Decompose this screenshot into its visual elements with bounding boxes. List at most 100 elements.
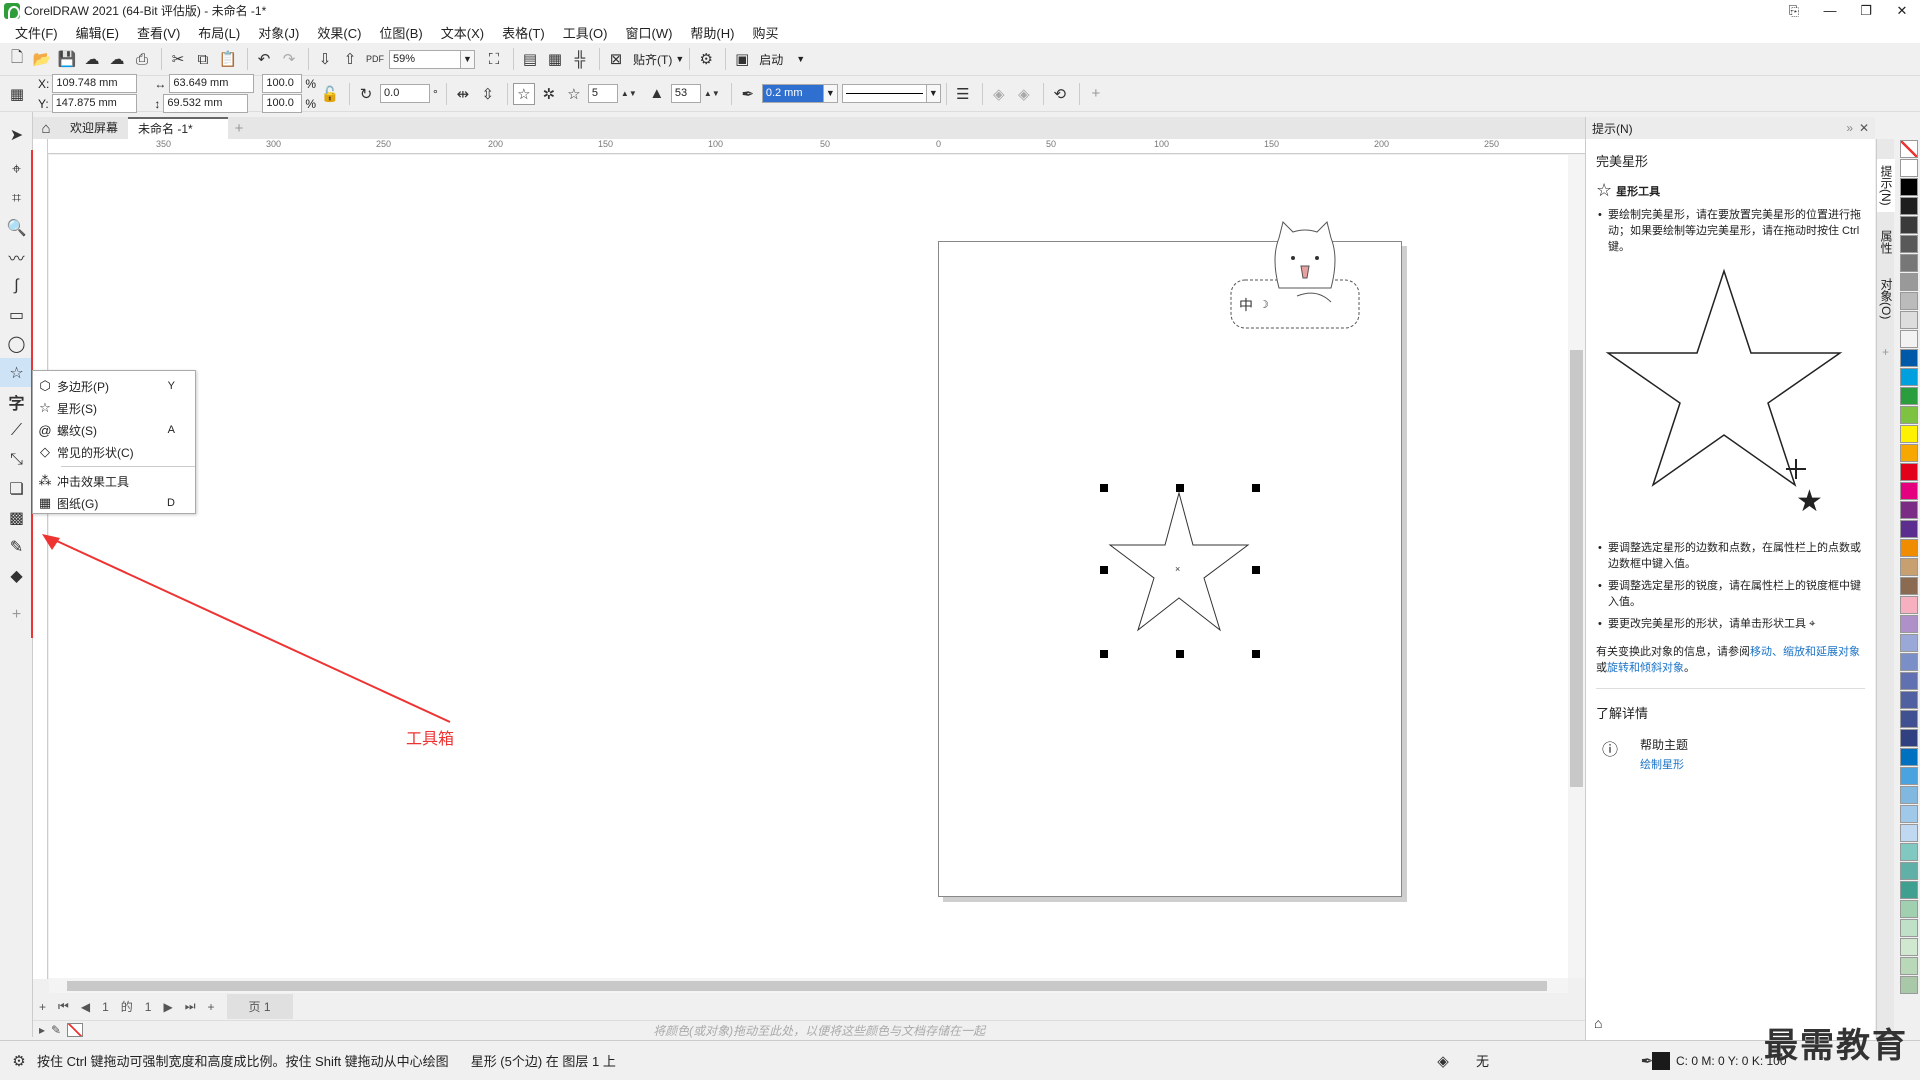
selection-handle[interactable] <box>1100 484 1108 492</box>
width-input[interactable]: 63.649 mm <box>169 74 255 93</box>
flyout-item-star[interactable]: ☆ 星形(S) <box>33 397 195 419</box>
scale-x-input[interactable]: 100.0 <box>262 74 303 93</box>
object-origin-icon[interactable]: ▦ <box>6 83 28 105</box>
selection-handle[interactable] <box>1100 650 1108 658</box>
copy-icon[interactable]: ⧉ <box>192 48 214 70</box>
color-swatch[interactable] <box>1900 159 1918 177</box>
menu-buy[interactable]: 购买 <box>743 23 787 42</box>
side-tab-hints[interactable]: 提示(N) <box>1877 159 1895 212</box>
star-shape[interactable]: × <box>1100 485 1260 660</box>
palette-expand-icon[interactable]: ▸ <box>39 1023 45 1037</box>
freehand-tool-icon[interactable]: 〰 <box>0 242 33 271</box>
import-icon[interactable]: ⇩ <box>314 48 336 70</box>
panel-close-icon[interactable]: ✕ <box>1859 121 1869 135</box>
artistic-media-icon[interactable]: ∫ <box>0 271 33 300</box>
color-swatch[interactable] <box>1900 558 1918 576</box>
first-page-icon[interactable]: ⏮ <box>58 999 69 1014</box>
no-fill-swatch[interactable] <box>1900 140 1918 158</box>
color-swatch[interactable] <box>1900 368 1918 386</box>
vertical-scrollbar[interactable] <box>1568 155 1585 978</box>
star-points-input[interactable]: 5 <box>587 84 618 103</box>
color-swatch[interactable] <box>1900 748 1918 766</box>
mirror-horizontal-icon[interactable]: ⇹ <box>452 83 474 105</box>
menu-window[interactable]: 窗口(W) <box>616 23 681 42</box>
tab-document[interactable]: 未命名 -1* <box>128 117 229 139</box>
color-swatch[interactable] <box>1900 463 1918 481</box>
color-swatch[interactable] <box>1900 311 1918 329</box>
color-swatch[interactable] <box>1900 425 1918 443</box>
points-spinner-icon[interactable]: ▲▼ <box>618 83 640 105</box>
selection-handle[interactable] <box>1176 484 1184 492</box>
zoom-tool-icon[interactable]: 🔍 <box>0 213 33 242</box>
color-swatch[interactable] <box>1900 862 1918 880</box>
prev-page-icon[interactable]: ◀ <box>81 1000 90 1014</box>
cut-icon[interactable]: ✂ <box>167 48 189 70</box>
lock-ratio-icon[interactable]: 🔓 <box>319 83 341 105</box>
cloud-upload-icon[interactable]: ☁ <box>106 48 128 70</box>
menu-view[interactable]: 查看(V) <box>128 23 189 42</box>
flyout-item-spiral[interactable]: @ 螺纹(S) A <box>33 419 195 441</box>
color-swatch[interactable] <box>1900 178 1918 196</box>
color-swatch[interactable] <box>1900 520 1918 538</box>
crop-tool-icon[interactable]: ⌗ <box>0 184 33 213</box>
shape-tool-icon[interactable]: ⌖ <box>0 155 33 184</box>
pick-tool-icon[interactable]: ➤ <box>0 120 33 149</box>
selection-handle[interactable] <box>1100 566 1108 574</box>
menu-tools[interactable]: 工具(O) <box>554 23 617 42</box>
color-swatch[interactable] <box>1900 387 1918 405</box>
color-swatch[interactable] <box>1900 919 1918 937</box>
menu-file[interactable]: 文件(F) <box>6 23 67 42</box>
tab-welcome[interactable]: 欢迎屏幕 <box>60 117 128 139</box>
zoom-level-value[interactable]: 59% <box>389 49 461 69</box>
color-swatch[interactable] <box>1900 786 1918 804</box>
color-swatch[interactable] <box>1900 254 1918 272</box>
color-swatch[interactable] <box>1900 482 1918 500</box>
print-icon[interactable]: ⎙ <box>131 48 153 70</box>
menu-help[interactable]: 帮助(H) <box>681 23 743 42</box>
restore-button[interactable]: ❐ <box>1848 0 1884 21</box>
convert-to-curves-icon[interactable]: ⟲ <box>1049 83 1071 105</box>
color-swatch[interactable] <box>1900 330 1918 348</box>
snap-to-dropdown[interactable]: 贴齐(T) <box>633 51 672 68</box>
minimize-button[interactable]: — <box>1812 0 1848 21</box>
new-document-icon[interactable]: 🗋 <box>6 48 28 70</box>
color-swatch[interactable] <box>1900 805 1918 823</box>
menu-edit[interactable]: 编辑(E) <box>67 23 128 42</box>
settings-gear-icon[interactable]: ⚙ <box>8 1050 30 1072</box>
color-swatch[interactable] <box>1900 349 1918 367</box>
menu-text[interactable]: 文本(X) <box>432 23 493 42</box>
color-swatch[interactable] <box>1900 900 1918 918</box>
help-link-draw-star[interactable]: 绘制星形 <box>1640 756 1688 772</box>
menu-layout[interactable]: 布局(L) <box>189 23 249 42</box>
rectangle-tool-icon[interactable]: ▭ <box>0 300 33 329</box>
complex-star-icon[interactable]: ✲ <box>538 83 560 105</box>
next-page-icon[interactable]: ▶ <box>163 1000 172 1014</box>
text-tool-icon[interactable]: 字 <box>0 387 33 416</box>
transparency-tool-icon[interactable]: ▩ <box>0 503 33 532</box>
show-rulers-icon[interactable]: ▤ <box>519 48 541 70</box>
flyout-item-impact[interactable]: ⁂ 冲击效果工具 <box>33 470 195 492</box>
save-icon[interactable]: 💾 <box>56 48 78 70</box>
last-page-icon[interactable]: ⏭ <box>185 999 196 1014</box>
outline-color-swatch[interactable] <box>1652 1051 1670 1070</box>
eyedropper-icon[interactable]: ✎ <box>51 1023 61 1037</box>
line-style-dropdown[interactable]: ▼ <box>841 84 941 103</box>
side-tab-objects[interactable]: 对象(O) <box>1877 272 1895 325</box>
color-swatch[interactable] <box>1900 881 1918 899</box>
menu-object[interactable]: 对象(J) <box>249 23 308 42</box>
pdf-icon[interactable]: PDF <box>364 48 386 70</box>
add-icon[interactable]: + <box>1085 83 1107 105</box>
flyout-item-common-shapes[interactable]: ◇ 常见的形状(C) <box>33 441 195 463</box>
undo-icon[interactable]: ↶ <box>253 48 275 70</box>
horizontal-scrollbar[interactable] <box>49 978 1568 993</box>
no-color-swatch[interactable] <box>67 1023 84 1037</box>
flyout-item-polygon[interactable]: ⬡ 多边形(P) Y <box>33 375 195 397</box>
link-move-scale[interactable]: 移动、缩放和延展对象 <box>1750 646 1860 658</box>
color-swatch[interactable] <box>1900 691 1918 709</box>
star-mode-icon[interactable]: ☆ <box>512 82 535 105</box>
interactive-fill-icon[interactable]: ◆ <box>0 561 33 590</box>
color-swatch[interactable] <box>1900 501 1918 519</box>
add-page-end-icon[interactable]: + <box>208 1000 215 1014</box>
page-tab[interactable]: 页 1 <box>226 994 293 1019</box>
sharpness-spinner-icon[interactable]: ▲▼ <box>701 83 723 105</box>
